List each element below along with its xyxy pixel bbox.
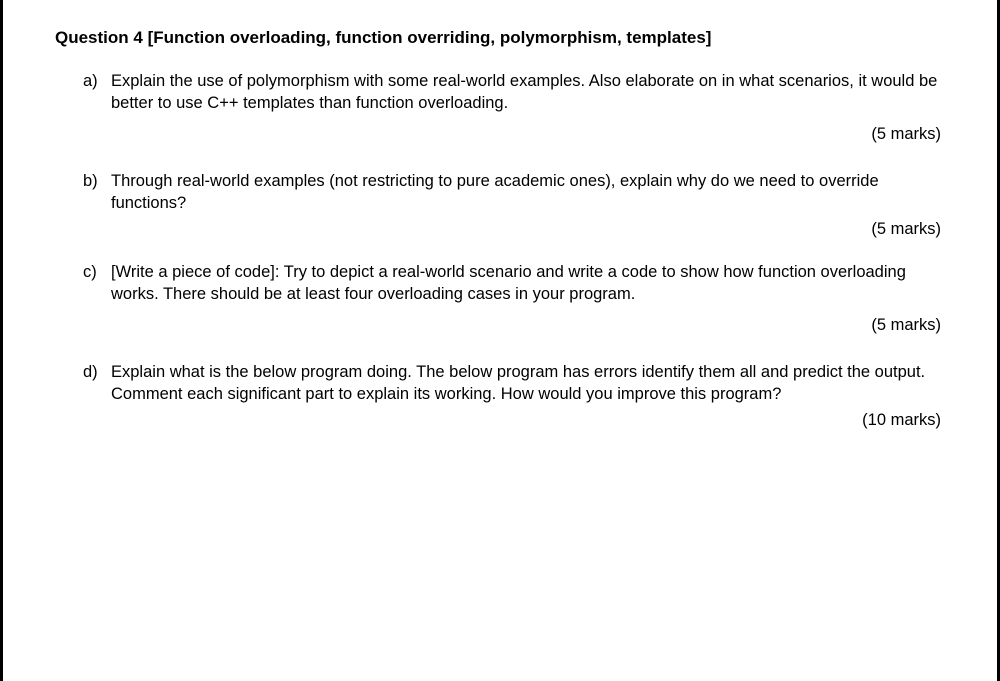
part-body: Through real-world examples (not restric… (111, 170, 945, 215)
part-body: Explain what is the below program doing.… (111, 361, 945, 406)
part-b: b) Through real-world examples (not rest… (83, 170, 945, 215)
part-marks: (10 marks) (83, 411, 945, 430)
part-c: c) [Write a piece of code]: Try to depic… (83, 261, 945, 306)
part-a: a) Explain the use of polymorphism with … (83, 70, 945, 115)
part-label: a) (83, 70, 111, 115)
part-d: d) Explain what is the below program doi… (83, 361, 945, 406)
part-label: c) (83, 261, 111, 306)
part-body: Explain the use of polymorphism with som… (111, 70, 945, 115)
question-parts: a) Explain the use of polymorphism with … (55, 70, 945, 430)
page: Question 4 [Function overloading, functi… (0, 0, 1000, 681)
part-marks: (5 marks) (83, 316, 945, 335)
part-marks: (5 marks) (83, 125, 945, 144)
part-body: [Write a piece of code]: Try to depict a… (111, 261, 945, 306)
part-marks: (5 marks) (83, 220, 945, 239)
part-label: b) (83, 170, 111, 215)
question-title: Question 4 [Function overloading, functi… (55, 28, 945, 48)
part-label: d) (83, 361, 111, 406)
